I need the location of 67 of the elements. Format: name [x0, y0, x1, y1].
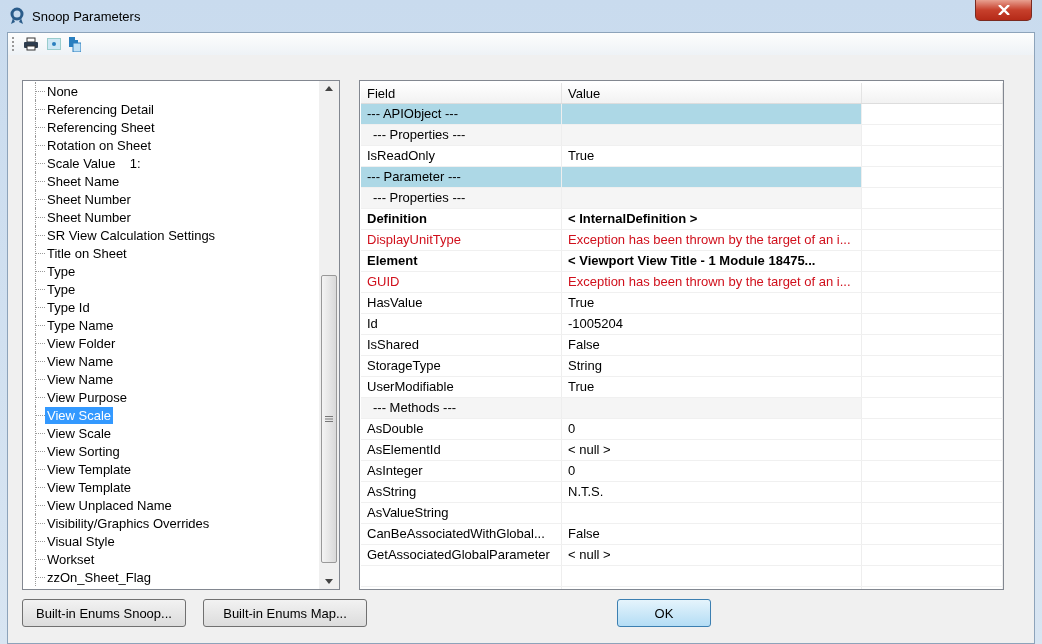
tree-item[interactable]: View Folder [45, 334, 118, 352]
field-cell: --- Properties --- [361, 188, 562, 208]
field-cell: Element [361, 251, 562, 271]
ribbon-badge-icon [8, 7, 26, 25]
field-cell: AsInteger [361, 461, 562, 481]
tree-item[interactable]: Referencing Detail [45, 100, 156, 118]
preview-icon[interactable] [47, 38, 61, 50]
tree-item[interactable]: Sheet Name [45, 172, 122, 190]
ok-button[interactable]: OK [617, 599, 711, 627]
close-button[interactable] [975, 0, 1032, 21]
tree-item[interactable]: View Name [45, 352, 116, 370]
tree-item[interactable]: Type [45, 262, 78, 280]
tree-item[interactable]: View Name [45, 370, 116, 388]
tree-item[interactable]: View Template [45, 478, 134, 496]
tree-item[interactable]: Sheet Number [45, 208, 133, 226]
tree-item[interactable]: View Unplaced Name [45, 496, 174, 514]
scroll-up-icon[interactable] [325, 86, 333, 91]
tree-item[interactable]: SR View Calculation Settings [45, 226, 218, 244]
field-cell: --- Properties --- [361, 125, 562, 145]
tree-item[interactable]: Referencing Sheet [45, 118, 157, 136]
field-cell: GUID [361, 272, 562, 292]
tree-item[interactable]: Visibility/Graphics Overrides [45, 514, 212, 532]
field-cell: Definition [361, 209, 562, 229]
field-cell: IsShared [361, 335, 562, 355]
tree-item[interactable]: Visual Style [45, 532, 117, 550]
field-cell: --- APIObject --- [361, 104, 562, 124]
field-cell: UserModifiable [361, 377, 562, 397]
field-cell: DisplayUnitType [361, 230, 562, 250]
field-cell: CanBeAssociatedWithGlobal... [361, 524, 562, 544]
tree-item[interactable]: Type Name [45, 316, 116, 334]
field-cell: Id [361, 314, 562, 334]
field-cell: AsValueString [361, 503, 562, 523]
field-cell: --- Parameter --- [361, 167, 562, 187]
field-cell: HasValue [361, 293, 562, 313]
window-title: Snoop Parameters [32, 8, 141, 24]
grip-icon [11, 36, 15, 52]
field-cell: GetAssociatedGlobalParameter [361, 545, 562, 565]
enums-map-button[interactable]: Built-in Enums Map... [203, 599, 367, 627]
printer-icon[interactable] [23, 37, 39, 51]
tree-item[interactable]: zzOn_Sheet_Flag [45, 568, 154, 586]
tree-item[interactable]: Workset [45, 550, 97, 568]
scrollbar-thumb[interactable] [321, 275, 337, 563]
enums-snoop-button[interactable]: Built-in Enums Snoop... [22, 599, 186, 627]
close-icon [997, 5, 1010, 15]
grip-lines-icon [325, 416, 333, 422]
tree-item[interactable]: Sheet Number [45, 190, 133, 208]
field-cell: AsElementId [361, 440, 562, 460]
field-cell: AsString [361, 482, 562, 502]
tree-item[interactable]: Title on Sheet [45, 244, 129, 262]
tree-item[interactable]: None [45, 82, 81, 100]
scroll-down-icon[interactable] [325, 579, 333, 584]
tree-item[interactable]: Type [45, 280, 78, 298]
field-cell: IsReadOnly [361, 146, 562, 166]
document-icon[interactable] [69, 36, 81, 52]
tree-item[interactable]: View Purpose [45, 388, 129, 406]
scrollbar[interactable] [319, 81, 339, 589]
field-cell: StorageType [361, 356, 562, 376]
tree-item[interactable]: View Scale [45, 424, 114, 442]
tree-item[interactable]: View Template [45, 460, 134, 478]
field-cell: --- Methods --- [361, 398, 562, 418]
column-header[interactable]: Value [562, 83, 862, 103]
column-header[interactable]: Field [361, 83, 562, 103]
tree-item[interactable]: Rotation on Sheet [45, 136, 154, 154]
field-cell: AsDouble [361, 419, 562, 439]
tree-item[interactable]: Scale Value 1: [45, 154, 143, 172]
tree-item[interactable]: View Sorting [45, 442, 122, 460]
tree-item[interactable]: Type Id [45, 298, 92, 316]
